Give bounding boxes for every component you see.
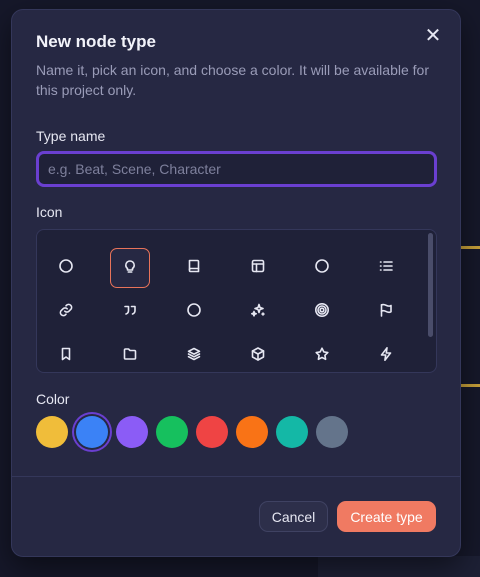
- flag-icon: [378, 302, 394, 323]
- bookmark-icon: [58, 346, 74, 367]
- icon-option-list[interactable]: [366, 248, 406, 288]
- icon-option-flag[interactable]: [366, 292, 406, 332]
- color-swatch[interactable]: [236, 416, 268, 448]
- icon-option-circle[interactable]: [174, 292, 214, 332]
- target-icon: [314, 302, 330, 323]
- close-button[interactable]: ✕: [424, 25, 442, 47]
- zap-icon: [378, 346, 394, 367]
- icon-option-book[interactable]: [174, 248, 214, 288]
- circle-icon: [314, 258, 330, 279]
- color-swatch[interactable]: [196, 416, 228, 448]
- sparkles-icon: [250, 302, 266, 323]
- icon-option-link[interactable]: [46, 292, 86, 332]
- cancel-button[interactable]: Cancel: [259, 501, 328, 532]
- color-swatch[interactable]: [316, 416, 348, 448]
- color-swatch[interactable]: [36, 416, 68, 448]
- icon-option-cube[interactable]: [238, 336, 278, 376]
- color-swatch[interactable]: [76, 416, 108, 448]
- footer-divider: [12, 476, 460, 477]
- book-icon: [186, 258, 202, 279]
- icon-label: Icon: [36, 204, 63, 220]
- icon-option-layout[interactable]: [238, 248, 278, 288]
- icon-option-star[interactable]: [302, 336, 342, 376]
- color-label: Color: [36, 391, 70, 407]
- dialog-title: New node type: [36, 32, 156, 51]
- dialog-subtitle: Name it, pick an icon, and choose a colo…: [36, 62, 429, 98]
- background-panel: [318, 556, 480, 577]
- list-icon: [378, 258, 394, 279]
- cube-icon: [250, 346, 266, 367]
- color-swatch[interactable]: [116, 416, 148, 448]
- layout-icon: [250, 258, 266, 279]
- new-node-type-dialog: ✕ New node type Name it, pick an icon, a…: [11, 9, 461, 557]
- link-icon: [58, 302, 74, 323]
- icon-option-bookmark[interactable]: [46, 336, 86, 376]
- close-icon: ✕: [424, 25, 442, 47]
- icon-option-sparkles[interactable]: [238, 292, 278, 332]
- folder-icon: [122, 346, 138, 367]
- star-icon: [314, 346, 330, 367]
- icon-option-circle[interactable]: [46, 248, 86, 288]
- circle-icon: [58, 258, 74, 279]
- background-accent: [460, 246, 480, 249]
- icon-option-quote[interactable]: [110, 292, 150, 332]
- icon-option-layers[interactable]: [174, 336, 214, 376]
- type-name-input[interactable]: [36, 151, 437, 187]
- icon-option-folder[interactable]: [110, 336, 150, 376]
- quote-icon: [122, 302, 138, 323]
- background-accent: [460, 384, 480, 387]
- type-name-label: Type name: [36, 128, 106, 144]
- icon-option-lightbulb[interactable]: [110, 248, 150, 288]
- color-swatch[interactable]: [156, 416, 188, 448]
- icon-option-zap[interactable]: [366, 336, 406, 376]
- icon-grid: [36, 229, 437, 373]
- icon-option-target[interactable]: [302, 292, 342, 332]
- color-swatch[interactable]: [276, 416, 308, 448]
- create-type-button[interactable]: Create type: [337, 501, 436, 532]
- background-content: [458, 270, 480, 310]
- lightbulb-icon: [122, 258, 138, 279]
- icon-option-circle[interactable]: [302, 248, 342, 288]
- circle-icon: [186, 302, 202, 323]
- icon-grid-scrollbar[interactable]: [428, 233, 433, 337]
- layers-icon: [186, 346, 202, 367]
